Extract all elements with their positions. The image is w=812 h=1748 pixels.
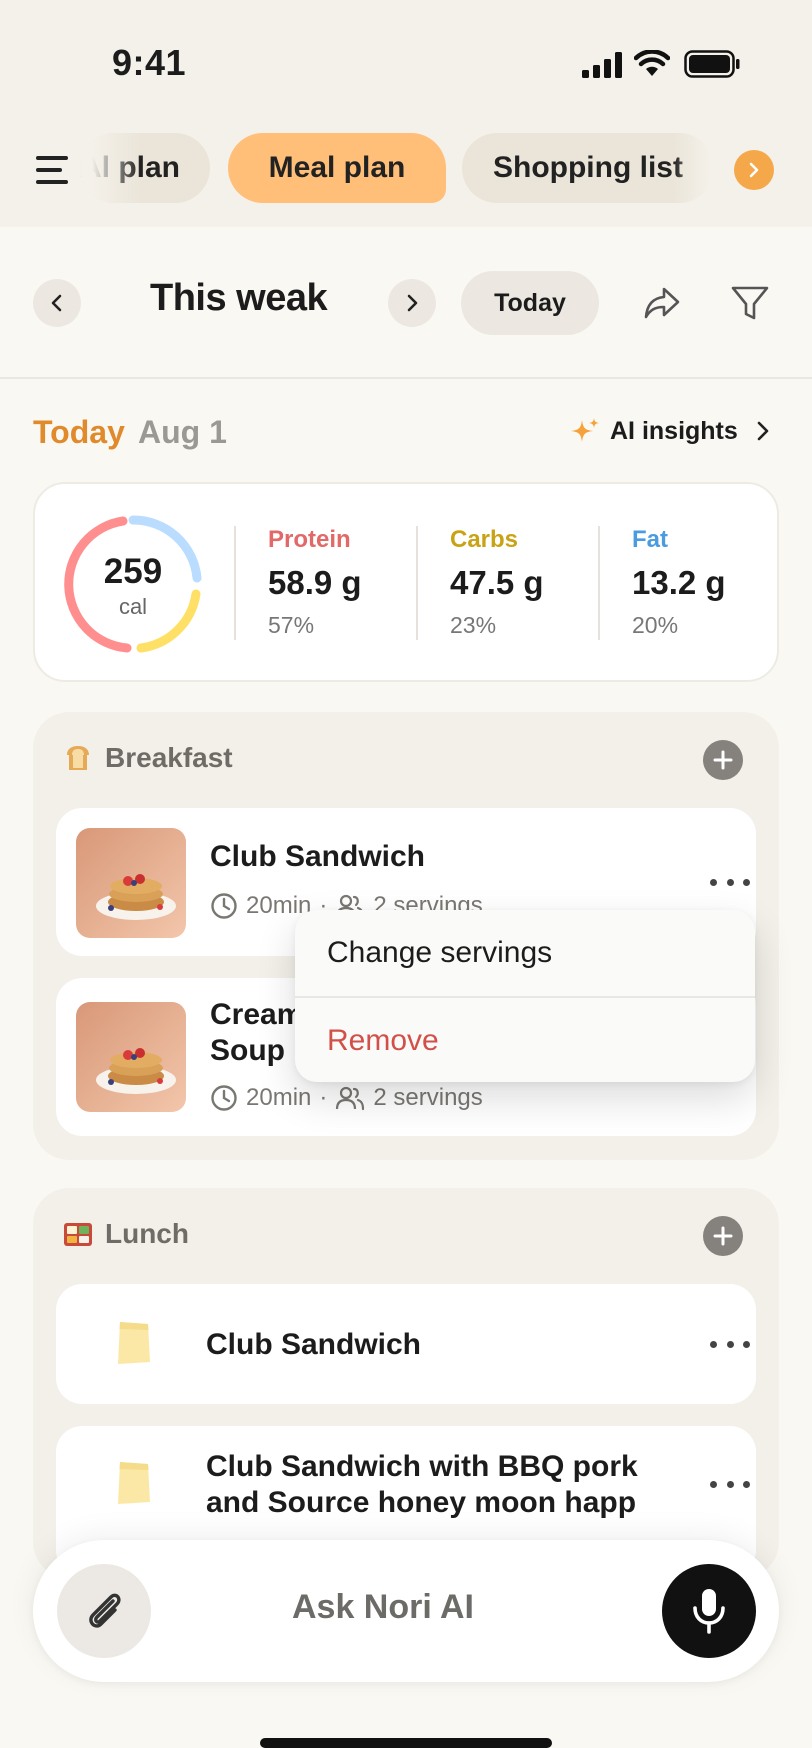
change-servings-menu-item[interactable]: Change servings [295, 910, 755, 996]
microphone-button[interactable] [662, 1564, 756, 1658]
share-icon[interactable] [642, 283, 682, 323]
tab-ai-plan[interactable]: Al plan [80, 133, 210, 203]
fat-value: 13.2 g [632, 564, 726, 601]
calorie-unit: cal [118, 594, 148, 619]
bento-icon [64, 1223, 92, 1246]
breakfast-header: Breakfast [63, 742, 233, 774]
pancake-image-icon [76, 828, 186, 938]
current-date: Aug 1 [138, 414, 227, 450]
meal-card[interactable]: Club Sandwich [56, 1284, 756, 1404]
attach-button[interactable] [57, 1564, 151, 1658]
chevron-right-icon [757, 421, 769, 441]
status-time: 9:41 [112, 42, 187, 83]
chevron-right-icon [407, 294, 418, 312]
meal-servings: 2 servings [373, 1084, 483, 1111]
sparkle-icon [571, 418, 599, 442]
date-today-label: Today [33, 414, 125, 450]
microphone-icon [693, 1589, 725, 1634]
meal-name: Club Sandwich [210, 840, 426, 873]
clock-icon [211, 893, 237, 919]
status-bar: 9:41 [0, 0, 812, 120]
meal-time: 20min [246, 1084, 312, 1111]
lunch-header: Lunch [63, 1218, 189, 1250]
today-button[interactable]: Today [461, 271, 599, 335]
clock-icon [211, 1085, 237, 1111]
wifi-icon [634, 50, 670, 76]
more-options-icon[interactable] [710, 1334, 750, 1354]
add-lunch-button[interactable] [703, 1216, 743, 1256]
hamburger-menu-icon[interactable] [36, 156, 74, 188]
meal-name-line1: Cream [210, 998, 304, 1031]
divider [234, 526, 236, 640]
ai-insights-link[interactable]: AI insights [570, 416, 772, 446]
week-navigation-bar: This weak Today [0, 227, 812, 379]
meta-separator: · [319, 1084, 328, 1111]
carbs-label: Carbs [450, 526, 519, 553]
ask-ai-input[interactable]: Ask Nori AI [173, 1588, 593, 1627]
note-icon [118, 1322, 150, 1364]
tab-shopping-list-label: Shopping list [493, 151, 683, 184]
protein-label: Protein [268, 526, 351, 553]
home-indicator[interactable] [260, 1738, 552, 1748]
tabs-scroll-right-button[interactable] [734, 150, 774, 190]
battery-icon [684, 50, 740, 78]
more-options-icon[interactable] [710, 872, 750, 892]
meal-name: Club Sandwich [206, 1328, 422, 1361]
calorie-value: 259 [103, 552, 163, 591]
carbs-value: 47.5 g [450, 564, 544, 601]
lunch-title: Lunch [105, 1218, 189, 1249]
protein-percent: 57% [268, 612, 315, 638]
plus-icon [713, 750, 733, 770]
fat-percent: 20% [632, 612, 679, 638]
pancake-thumbnail [76, 828, 186, 938]
divider [416, 526, 418, 640]
week-title: This weak [150, 277, 328, 319]
filter-icon[interactable] [730, 283, 770, 323]
cellular-signal-icon [582, 52, 622, 78]
divider [598, 526, 600, 640]
pancake-image-icon [76, 1002, 186, 1112]
more-options-icon[interactable] [710, 1474, 750, 1494]
meal-name-line2: and Source honey moon happ [206, 1486, 637, 1519]
paperclip-icon [89, 1593, 121, 1628]
remove-menu-item[interactable]: Remove [295, 998, 755, 1082]
add-breakfast-button[interactable] [703, 740, 743, 780]
carbs-percent: 23% [450, 612, 497, 638]
nutrition-summary-card[interactable]: 259 cal Protein 58.9 g 57% Carbs 47.5 g … [33, 482, 779, 682]
breakfast-title: Breakfast [105, 742, 233, 773]
meal-options-menu: Change servings Remove [295, 910, 755, 1082]
calorie-ring: 259 cal [63, 514, 203, 654]
chevron-left-icon [51, 294, 62, 312]
note-icon [118, 1462, 150, 1504]
tab-meal-plan-label: Meal plan [268, 151, 406, 184]
people-icon [336, 1086, 365, 1111]
pancake-thumbnail [76, 1002, 186, 1112]
protein-value: 58.9 g [268, 564, 362, 601]
tab-meal-plan[interactable]: Meal plan [228, 133, 446, 203]
fat-label: Fat [632, 526, 668, 553]
ai-insights-label: AI insights [610, 416, 738, 445]
bread-icon [67, 746, 89, 770]
meal-name-line2: Soup [210, 1034, 285, 1067]
lunch-section: Lunch Club Sandwich Club Sandwich with B… [33, 1188, 779, 1578]
meal-meta: 20min · 2 servings [210, 1084, 483, 1112]
top-tab-bar: Al plan Meal plan Shopping list [0, 120, 812, 227]
tab-shopping-list[interactable]: Shopping list [462, 133, 714, 203]
next-week-button[interactable] [388, 279, 436, 327]
chevron-right-icon [749, 162, 759, 178]
ask-ai-bar: Ask Nori AI [33, 1540, 779, 1682]
meal-name-line1: Club Sandwich with BBQ pork [206, 1450, 638, 1483]
previous-week-button[interactable] [33, 279, 81, 327]
plus-icon [713, 1226, 733, 1246]
